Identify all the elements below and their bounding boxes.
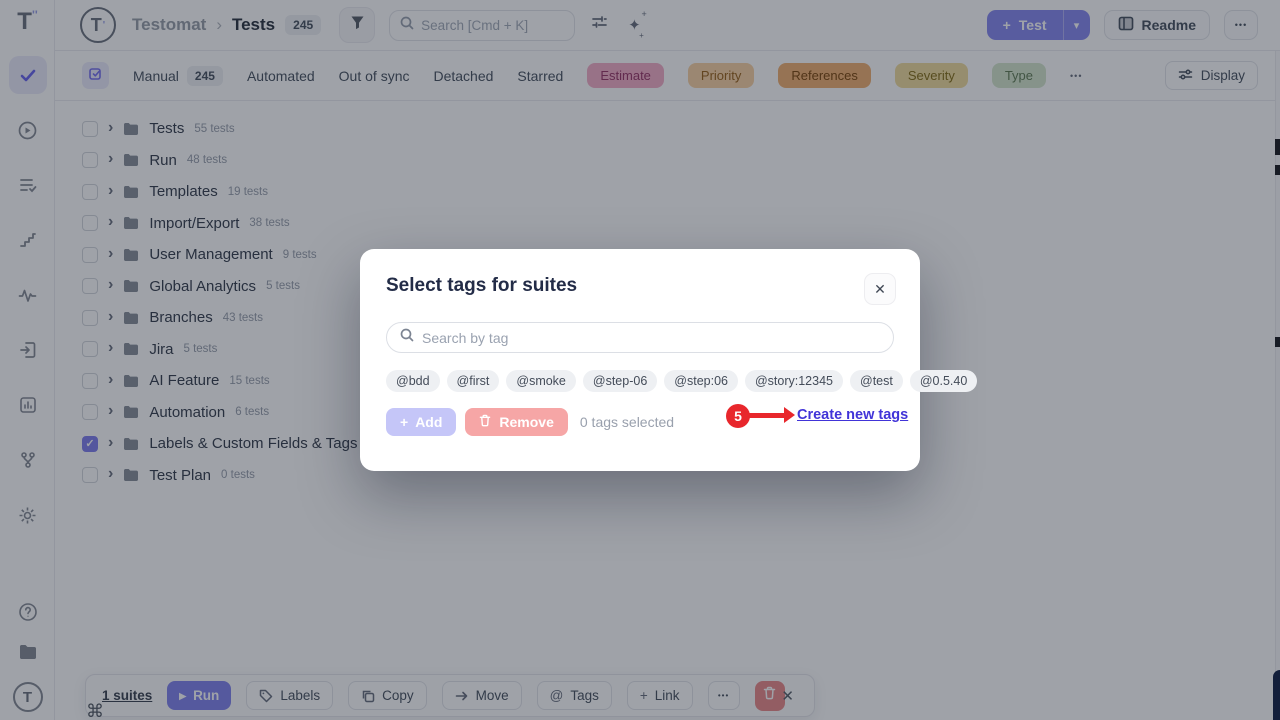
search-icon bbox=[400, 328, 414, 347]
remove-tags-button[interactable]: Remove bbox=[465, 408, 567, 436]
tag-search-input[interactable] bbox=[422, 330, 880, 346]
annotation-step-badge: 5 bbox=[726, 404, 750, 428]
annotation-arrow-head bbox=[784, 407, 795, 423]
modal-close-button[interactable]: ✕ bbox=[864, 273, 896, 305]
tag-list: @bdd @first @smoke @step-06 @step:06 @st… bbox=[386, 370, 894, 392]
annotation-arrow bbox=[749, 413, 785, 418]
plus-icon: + bbox=[400, 414, 408, 430]
tag-pill[interactable]: @0.5.40 bbox=[910, 370, 977, 392]
tag-pill[interactable]: @step:06 bbox=[664, 370, 738, 392]
tags-selected-status: 0 tags selected bbox=[580, 414, 674, 430]
tag-pill[interactable]: @first bbox=[447, 370, 500, 392]
close-icon: ✕ bbox=[874, 281, 886, 298]
tag-pill[interactable]: @step-06 bbox=[583, 370, 657, 392]
modal-title: Select tags for suites bbox=[386, 275, 894, 297]
tag-search[interactable] bbox=[386, 322, 894, 353]
create-new-tags-link[interactable]: Create new tags bbox=[797, 407, 908, 423]
tag-pill[interactable]: @bdd bbox=[386, 370, 440, 392]
tag-pill[interactable]: @story:12345 bbox=[745, 370, 843, 392]
tag-pill[interactable]: @test bbox=[850, 370, 903, 392]
trash-icon bbox=[479, 414, 491, 430]
app-root: T'' bbox=[0, 0, 1280, 720]
tag-pill[interactable]: @smoke bbox=[506, 370, 576, 392]
select-tags-modal: Select tags for suites ✕ @bdd @first @sm… bbox=[360, 249, 920, 471]
add-tags-button[interactable]: + Add bbox=[386, 408, 456, 436]
